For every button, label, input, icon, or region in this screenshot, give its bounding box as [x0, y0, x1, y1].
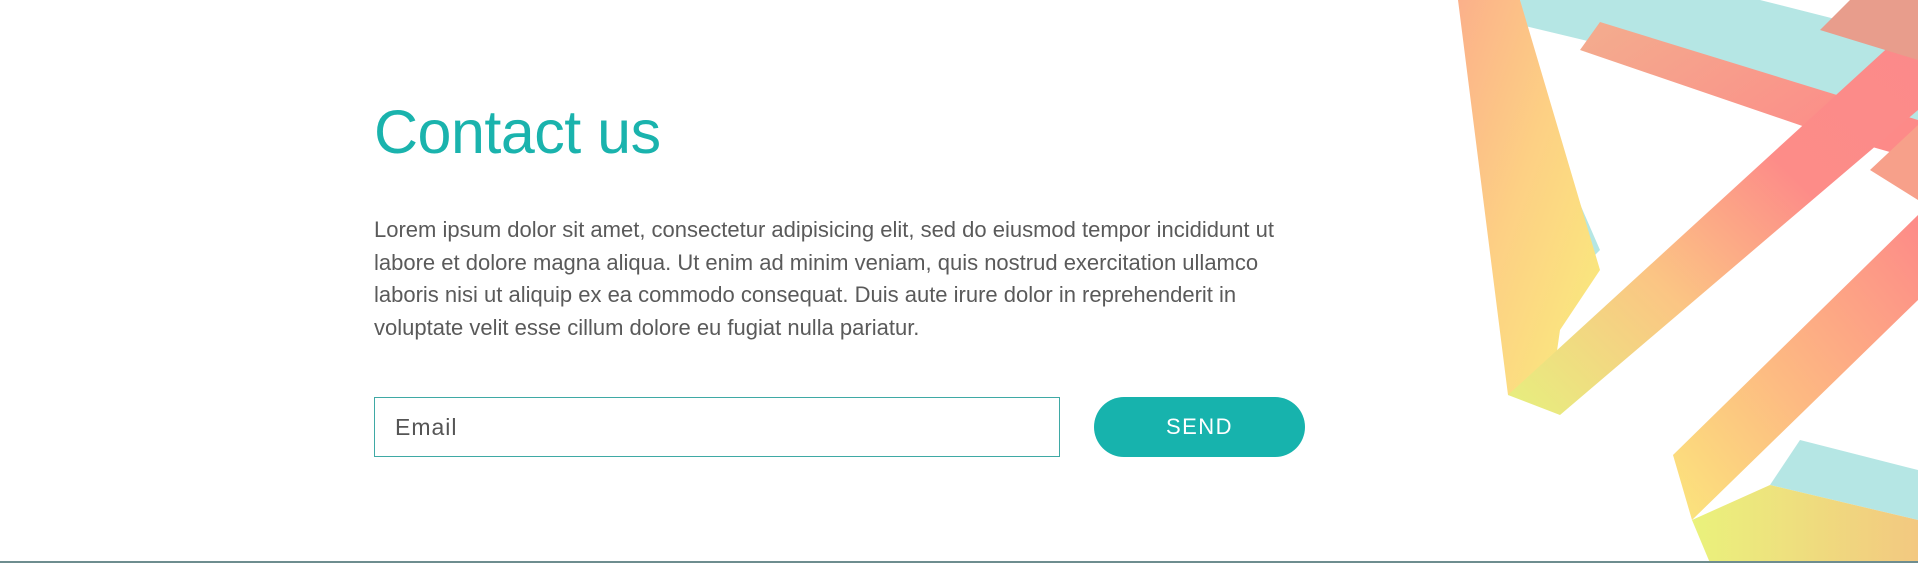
email-field[interactable]	[374, 397, 1060, 457]
send-button[interactable]: SEND	[1094, 397, 1305, 457]
contact-description: Lorem ipsum dolor sit amet, consectetur …	[374, 217, 1275, 340]
contact-section: Contact us Lorem ipsum dolor sit amet, c…	[374, 94, 1314, 344]
decorative-geometric-shapes	[1458, 0, 1918, 563]
contact-page: Contact us Lorem ipsum dolor sit amet, c…	[0, 0, 1918, 563]
page-title: Contact us	[374, 98, 661, 166]
subscribe-form: SEND	[374, 397, 1305, 457]
